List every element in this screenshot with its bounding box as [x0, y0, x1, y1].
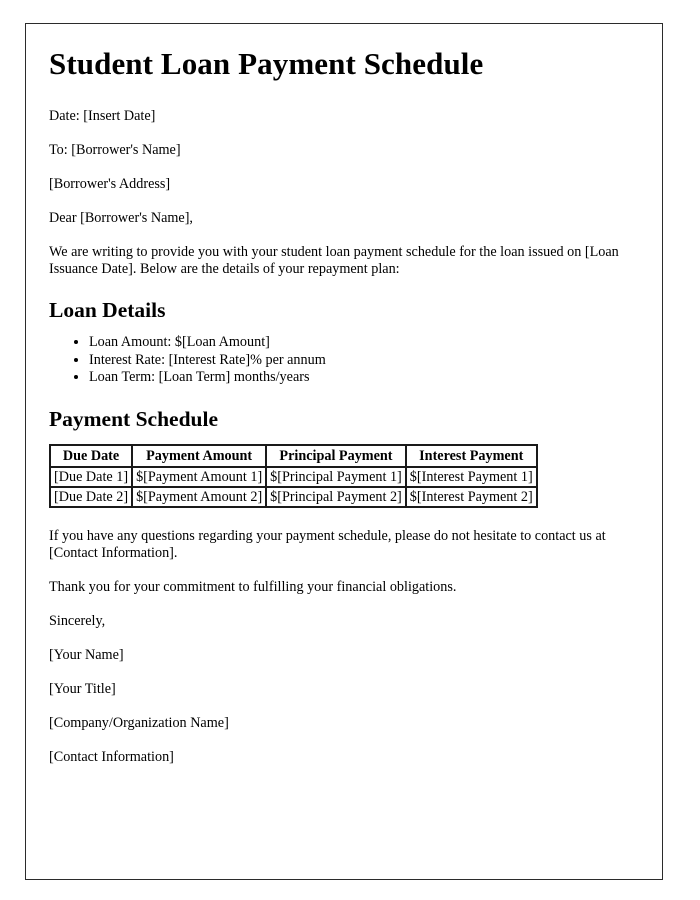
- contact-paragraph: If you have any questions regarding your…: [49, 527, 606, 561]
- cell-due-date: [Due Date 1]: [50, 466, 133, 487]
- cell-principal-payment: $[Principal Payment 1]: [266, 466, 406, 487]
- cell-interest-payment: $[Interest Payment 2]: [405, 486, 537, 507]
- list-item: Loan Term: [Loan Term] months/years: [89, 369, 622, 387]
- salutation: Dear [Borrower's Name],: [49, 209, 193, 226]
- column-header-due-date: Due Date: [50, 444, 133, 467]
- signer-name: [Your Name]: [49, 646, 124, 663]
- list-item: Loan Amount: $[Loan Amount]: [89, 334, 622, 352]
- table-header: Due Date Payment Amount Principal Paymen…: [50, 444, 537, 467]
- document-page: Student Loan Payment Schedule Date: [Ins…: [25, 23, 663, 880]
- loan-details-list: Loan Amount: $[Loan Amount] Interest Rat…: [49, 334, 622, 387]
- cell-interest-payment: $[Interest Payment 1]: [405, 466, 537, 487]
- signer-organization: [Company/Organization Name]: [49, 714, 229, 731]
- cell-principal-payment: $[Principal Payment 2]: [266, 486, 406, 507]
- thanks-paragraph: Thank you for your commitment to fulfill…: [49, 578, 457, 595]
- page-title: Student Loan Payment Schedule: [49, 46, 484, 81]
- intro-paragraph: We are writing to provide you with your …: [49, 243, 619, 277]
- signer-contact: [Contact Information]: [49, 748, 174, 765]
- cell-payment-amount: $[Payment Amount 2]: [132, 486, 267, 507]
- date-line: Date: [Insert Date]: [49, 107, 156, 124]
- signer-title: [Your Title]: [49, 680, 116, 697]
- table-body: [Due Date 1] $[Payment Amount 1] $[Princ…: [50, 466, 537, 507]
- table-row: [Due Date 2] $[Payment Amount 2] $[Princ…: [50, 486, 537, 507]
- loan-details-heading: Loan Details: [49, 297, 166, 322]
- signature-block: [Your Name] [Your Title] [Company/Organi…: [49, 647, 622, 766]
- payment-schedule-heading: Payment Schedule: [49, 406, 219, 431]
- list-item: Interest Rate: [Interest Rate]% per annu…: [89, 352, 622, 370]
- column-header-interest-payment: Interest Payment: [405, 444, 537, 467]
- payment-schedule-table: Due Date Payment Amount Principal Paymen…: [49, 443, 538, 508]
- table-row: [Due Date 1] $[Payment Amount 1] $[Princ…: [50, 466, 537, 487]
- recipient-address-line: [Borrower's Address]: [49, 175, 171, 192]
- cell-due-date: [Due Date 2]: [50, 486, 133, 507]
- column-header-principal-payment: Principal Payment: [266, 444, 406, 467]
- recipient-line: To: [Borrower's Name]: [49, 141, 181, 158]
- cell-payment-amount: $[Payment Amount 1]: [132, 466, 267, 487]
- table-header-row: Due Date Payment Amount Principal Paymen…: [50, 444, 537, 467]
- column-header-payment-amount: Payment Amount: [132, 444, 267, 467]
- closing-line: Sincerely,: [49, 612, 106, 629]
- document-content: Student Loan Payment Schedule Date: [Ins…: [26, 24, 662, 766]
